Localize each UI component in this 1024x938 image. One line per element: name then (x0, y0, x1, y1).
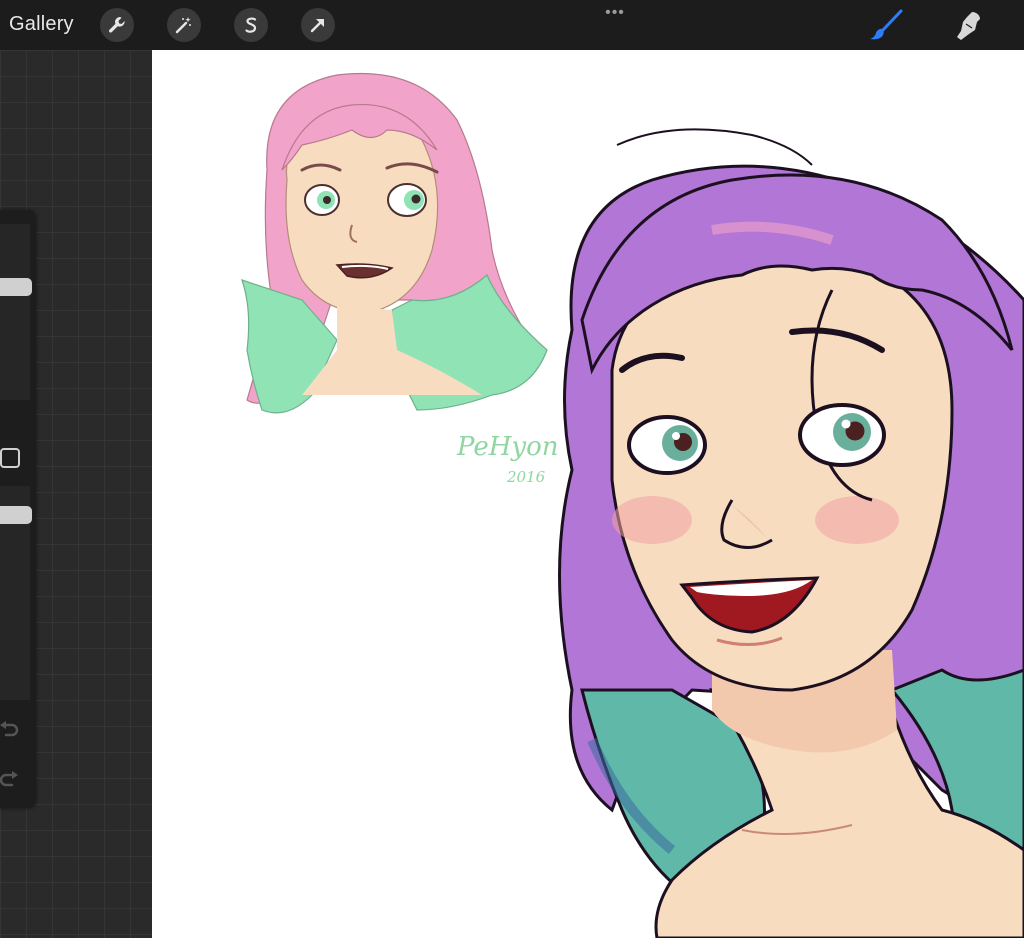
artwork-illustration: PeHyon 2016 (241, 72, 1024, 938)
more-options-button[interactable]: ••• (600, 4, 630, 22)
artist-signature: PeHyon 2016 (456, 432, 558, 486)
gallery-button[interactable]: Gallery (9, 13, 74, 36)
arrow-transform-icon[interactable] (301, 8, 335, 42)
opacity-thumb[interactable] (0, 506, 32, 524)
redo-icon[interactable] (0, 765, 24, 795)
opacity-slider[interactable] (0, 486, 32, 700)
selection-s-icon[interactable] (234, 8, 268, 42)
signature-name: PeHyon (456, 432, 558, 462)
large-portrait (558, 128, 1024, 938)
drawing-canvas[interactable]: PeHyon 2016 (152, 50, 1024, 938)
brush-size-slider[interactable] (0, 224, 32, 400)
small-portrait (241, 72, 548, 414)
signature-year: 2016 (506, 468, 546, 486)
smudge-icon[interactable] (950, 8, 986, 44)
brush-icon[interactable] (868, 8, 904, 44)
modify-button[interactable] (0, 448, 20, 468)
undo-icon[interactable] (0, 715, 24, 745)
magic-wand-icon[interactable] (167, 8, 201, 42)
brush-size-thumb[interactable] (0, 278, 32, 296)
wrench-icon[interactable] (100, 8, 134, 42)
top-toolbar: Gallery ••• (0, 0, 1024, 50)
left-sidebar (0, 210, 36, 808)
